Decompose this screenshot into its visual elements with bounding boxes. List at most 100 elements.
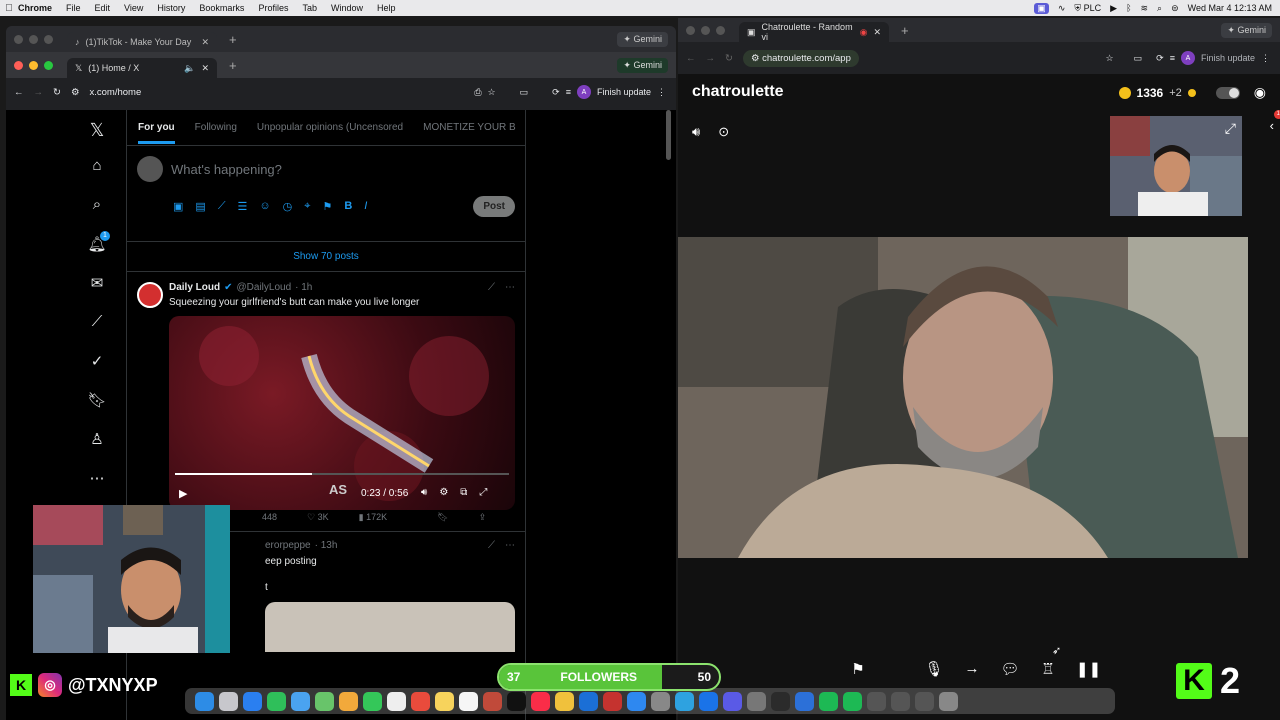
url-field[interactable]: ⚙ chatroulette.com/app: [742, 49, 859, 67]
volume-icon[interactable]: 🔊︎: [692, 124, 700, 140]
forward-icon[interactable]: →: [706, 53, 716, 64]
coin-balance[interactable]: 1336 +2 ◉: [1118, 84, 1266, 101]
explore-search-icon[interactable]: ⌕: [86, 196, 108, 218]
tweet-time[interactable]: · 13h: [315, 540, 338, 551]
close-icon[interactable]: ✕: [201, 63, 209, 74]
verified-icon[interactable]: ✓: [86, 352, 108, 374]
zoom-dot[interactable]: [716, 25, 725, 35]
grok-icon[interactable]: ⟋: [488, 282, 495, 293]
retweet-count[interactable]: 448: [262, 512, 277, 523]
safari-icon[interactable]: [243, 691, 262, 711]
image-icon[interactable]: ▣: [173, 200, 183, 213]
tv-icon[interactable]: [507, 691, 526, 711]
tab-following[interactable]: Following: [195, 122, 237, 133]
tweet[interactable]: Daily Loud ✔ @DailyLoud · 1h ⟋ ⋯ Squeezi…: [127, 272, 525, 532]
close-dot[interactable]: [14, 60, 23, 70]
menu-app-name[interactable]: Chrome: [18, 3, 52, 13]
close-icon[interactable]: ✕: [201, 37, 209, 48]
more-icon[interactable]: ⋯: [505, 282, 515, 293]
show-posts-link[interactable]: Show 70 posts: [127, 242, 525, 272]
tab-x-home[interactable]: 𝕏 (1) Home / X 🔈 ✕: [67, 58, 217, 78]
new-tab-button[interactable]: +: [229, 58, 237, 73]
notes-icon[interactable]: [435, 691, 454, 711]
fullscreen-icon[interactable]: ⤢: [1225, 120, 1236, 137]
settings-icon[interactable]: ⚙: [439, 487, 448, 498]
poll-icon[interactable]: ☰: [238, 200, 248, 213]
self-preview-video[interactable]: ⤢: [1110, 116, 1242, 216]
pip-icon[interactable]: ⧉: [460, 487, 467, 498]
finish-update-button[interactable]: Finish update: [1201, 53, 1255, 63]
spotify-icon[interactable]: [843, 691, 862, 711]
grok-icon[interactable]: ⟋: [86, 313, 108, 335]
views-button[interactable]: ▮ 172K: [359, 512, 388, 523]
italic-icon[interactable]: I: [364, 200, 367, 213]
profile-icon[interactable]: ♙: [86, 430, 108, 452]
bluetooth-icon[interactable]: ᛒ: [1126, 3, 1131, 13]
vpn-status[interactable]: ⛨ PLC: [1074, 3, 1101, 14]
back-icon[interactable]: ←: [686, 53, 696, 64]
report-flag-icon[interactable]: ⚑: [848, 660, 868, 680]
author-handle[interactable]: @DailyLoud: [237, 282, 292, 293]
reload-icon[interactable]: ↻: [53, 87, 61, 98]
close-dot[interactable]: [14, 34, 23, 44]
gemini-button[interactable]: ✦ Gemini: [1221, 22, 1272, 38]
volume-icon[interactable]: 🔊︎: [421, 487, 427, 498]
sound-icon[interactable]: ∿: [1058, 3, 1066, 14]
close-icon[interactable]: ✕: [873, 27, 881, 38]
avatar[interactable]: [137, 156, 163, 182]
sidebar-icon[interactable]: ▭: [1134, 53, 1143, 64]
author-handle[interactable]: erorpeppe: [265, 540, 311, 551]
bookmarks-icon[interactable]: 🔖︎: [86, 391, 108, 413]
more-icon[interactable]: ⋯: [505, 540, 515, 551]
mail-icon[interactable]: [291, 691, 310, 711]
like-button[interactable]: ♡ 3K: [307, 512, 329, 523]
menu-help[interactable]: Help: [377, 3, 396, 13]
menu-file[interactable]: File: [66, 3, 81, 13]
tweet-image[interactable]: [265, 602, 515, 652]
gift-icon[interactable]: ♖: [1038, 660, 1058, 680]
partner-video[interactable]: [678, 237, 1248, 558]
pause-icon[interactable]: ❚❚: [1076, 660, 1101, 680]
extension-icon[interactable]: ⟳: [552, 87, 560, 98]
tab-monetize[interactable]: MONETIZE YOUR B: [423, 122, 516, 133]
tab-unpopular-opinions[interactable]: Unpopular opinions (Uncensored: [257, 122, 403, 133]
install-icon[interactable]: ⎙: [474, 87, 481, 98]
minimized-window-icon[interactable]: [867, 691, 886, 711]
minimized-window-icon[interactable]: [915, 691, 934, 711]
screen-record-icon[interactable]: ▣: [1034, 2, 1049, 14]
tab-tiktok[interactable]: ♪ (1)TikTok - Make Your Day ✕: [67, 32, 217, 52]
photos-icon[interactable]: [339, 691, 358, 711]
media-icon[interactable]: ≡: [566, 87, 571, 97]
gemini-button[interactable]: ✦ Gemini: [617, 57, 668, 73]
tab-chatroulette[interactable]: ▣ Chatroulette - Random vi ◉ ✕: [739, 22, 889, 42]
minimize-dot[interactable]: [29, 34, 38, 44]
extension-icon[interactable]: ⟳: [1156, 53, 1164, 64]
app-icon[interactable]: [627, 691, 646, 711]
zoom-dot[interactable]: [44, 60, 53, 70]
itunes-icon[interactable]: [483, 691, 502, 711]
bookmark-icon[interactable]: 🔖︎: [437, 512, 448, 523]
flag-icon[interactable]: ⚑: [322, 200, 332, 213]
menu-window[interactable]: Window: [331, 3, 363, 13]
menu-bookmarks[interactable]: Bookmarks: [199, 3, 244, 13]
tweet-video[interactable]: ▶ AS 0:23 / 0:56 🔊︎ ⚙ ⧉ ⤢: [169, 316, 515, 510]
location-icon[interactable]: ⌖: [304, 200, 310, 213]
grok-icon[interactable]: ⟋: [218, 200, 226, 213]
camera-switch-icon[interactable]: ⊙: [718, 124, 729, 140]
grok-icon[interactable]: ⟋: [488, 540, 495, 551]
contacts-icon[interactable]: [411, 691, 430, 711]
messages-icon[interactable]: [267, 691, 286, 711]
account-icon[interactable]: ◉: [1254, 84, 1266, 101]
launchpad-icon[interactable]: [219, 691, 238, 711]
messages-icon[interactable]: ✉: [86, 274, 108, 296]
menu-view[interactable]: View: [124, 3, 143, 13]
emoji-icon[interactable]: ☺: [259, 200, 270, 213]
apple-icon[interactable]: : [0, 3, 18, 14]
tweet-time[interactable]: · 1h: [295, 282, 312, 293]
compose-input[interactable]: What's happening?: [171, 162, 282, 177]
acrobat-icon[interactable]: [603, 691, 622, 711]
chatroulette-logo[interactable]: chatroulette: [692, 83, 784, 101]
sidebar-icon[interactable]: ▭: [520, 87, 529, 98]
menu-history[interactable]: History: [157, 3, 185, 13]
finish-update-button[interactable]: Finish update: [597, 87, 651, 97]
